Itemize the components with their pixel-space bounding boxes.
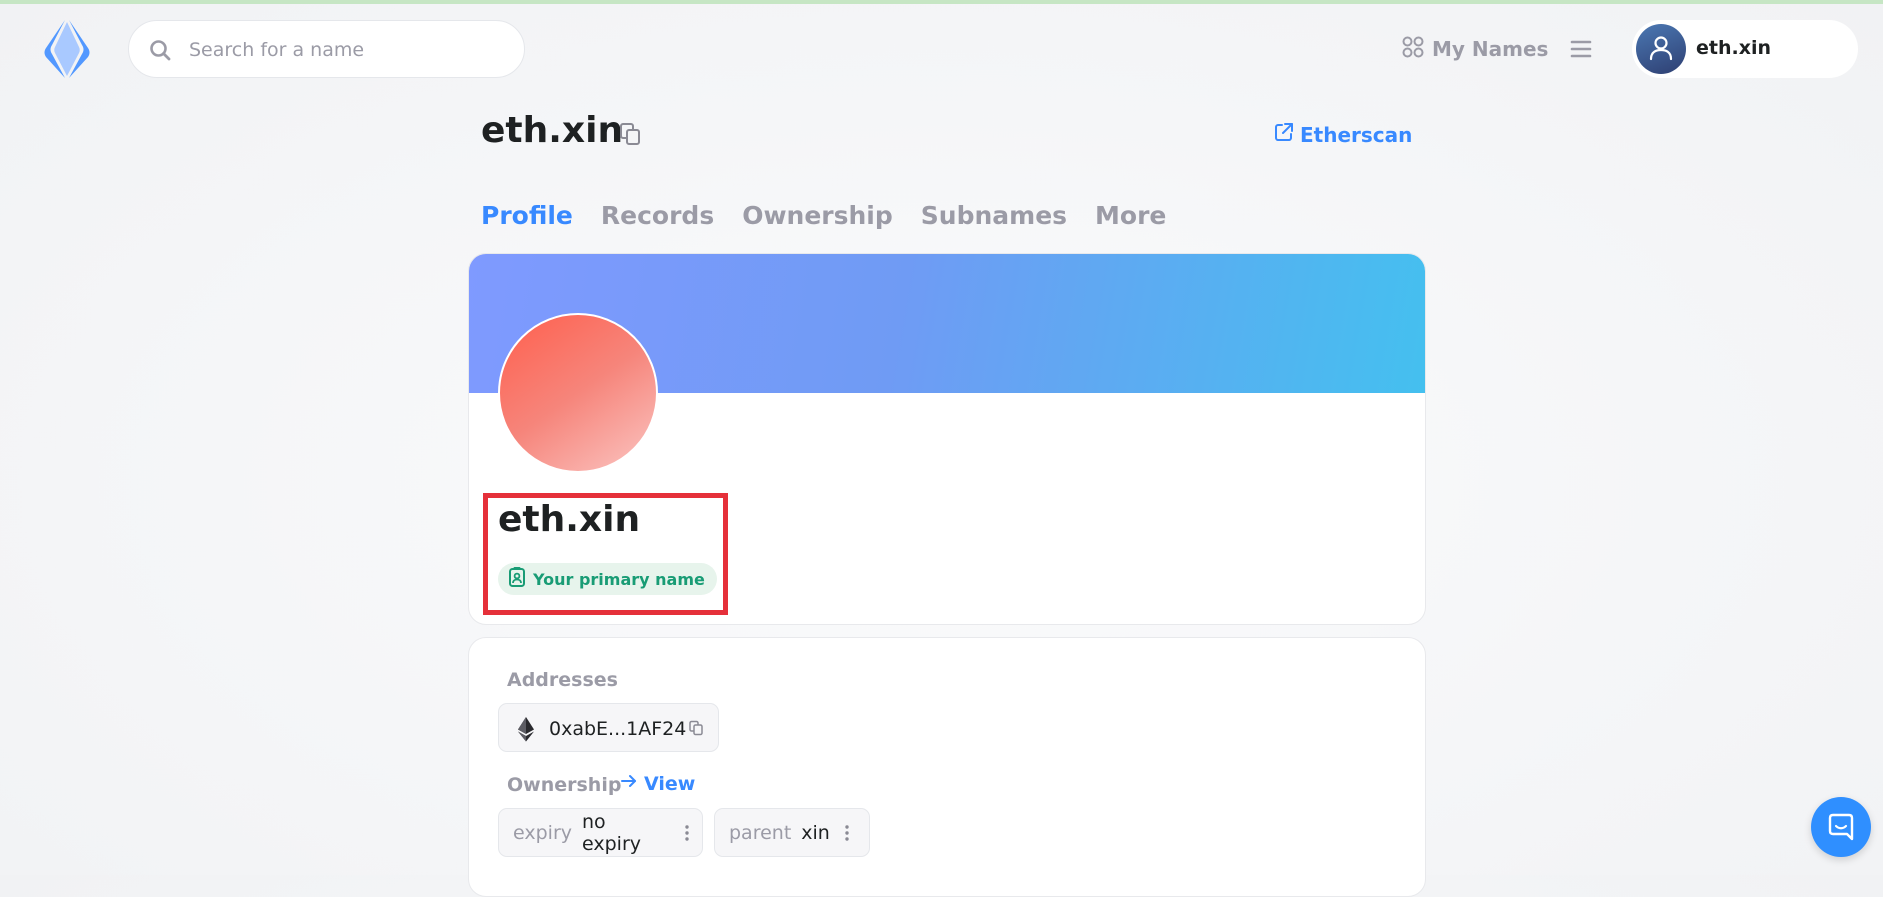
my-names-link[interactable]: My Names (1402, 34, 1548, 64)
search-input[interactable] (187, 31, 511, 69)
chat-support-button[interactable] (1811, 797, 1871, 857)
eth-address-chip[interactable]: 0xabE...1AF24 (498, 703, 719, 752)
tab-profile[interactable]: Profile (481, 201, 573, 230)
parent-value: xin (801, 821, 830, 844)
account-button[interactable]: eth.xin (1632, 20, 1858, 78)
search-icon (149, 39, 171, 61)
primary-name-badge: Your primary name (498, 563, 717, 595)
tab-records[interactable]: Records (601, 201, 714, 230)
external-link-icon (1274, 122, 1294, 147)
profile-name: eth.xin (498, 499, 641, 540)
profile-avatar (498, 313, 658, 473)
tab-bar: Profile Records Ownership Subnames More (481, 201, 1166, 230)
menu-button[interactable] (1568, 36, 1594, 62)
hamburger-menu-icon (1568, 40, 1594, 66)
copy-icon (618, 123, 642, 150)
top-progress-line (0, 0, 1883, 4)
ens-logo-icon[interactable] (38, 18, 96, 80)
more-vertical-icon (844, 824, 850, 842)
primary-badge-label: Your primary name (533, 569, 705, 589)
tab-subnames[interactable]: Subnames (921, 201, 1067, 230)
expiry-key: expiry (513, 821, 572, 844)
expiry-value: no expiry (582, 810, 641, 855)
copy-icon (688, 720, 704, 740)
account-avatar (1636, 24, 1686, 74)
view-label: View (644, 772, 696, 795)
more-vertical-icon (684, 824, 690, 842)
ownership-view-link[interactable]: View (620, 772, 695, 795)
ethereum-icon (517, 716, 535, 746)
tab-ownership[interactable]: Ownership (742, 201, 893, 230)
grid-icon (1402, 36, 1424, 63)
page-title: eth.xin (481, 110, 624, 151)
parent-chip[interactable]: parent xin (714, 808, 870, 857)
etherscan-label: Etherscan (1300, 122, 1413, 147)
ownership-label: Ownership (507, 774, 622, 796)
etherscan-link[interactable]: Etherscan (1274, 122, 1412, 147)
eth-address-value: 0xabE...1AF24 (549, 718, 687, 740)
chat-icon (1828, 813, 1854, 841)
account-name: eth.xin (1696, 37, 1772, 59)
arrow-right-icon (620, 772, 638, 795)
tab-more[interactable]: More (1095, 201, 1166, 230)
addresses-label: Addresses (507, 669, 618, 691)
my-names-label: My Names (1432, 37, 1549, 61)
id-card-icon (508, 567, 526, 591)
expiry-chip[interactable]: expiry no expiry (498, 808, 703, 857)
copy-name-button[interactable] (618, 122, 642, 146)
user-icon (1649, 36, 1673, 61)
parent-key: parent (729, 821, 792, 844)
search-bar[interactable] (128, 20, 525, 78)
